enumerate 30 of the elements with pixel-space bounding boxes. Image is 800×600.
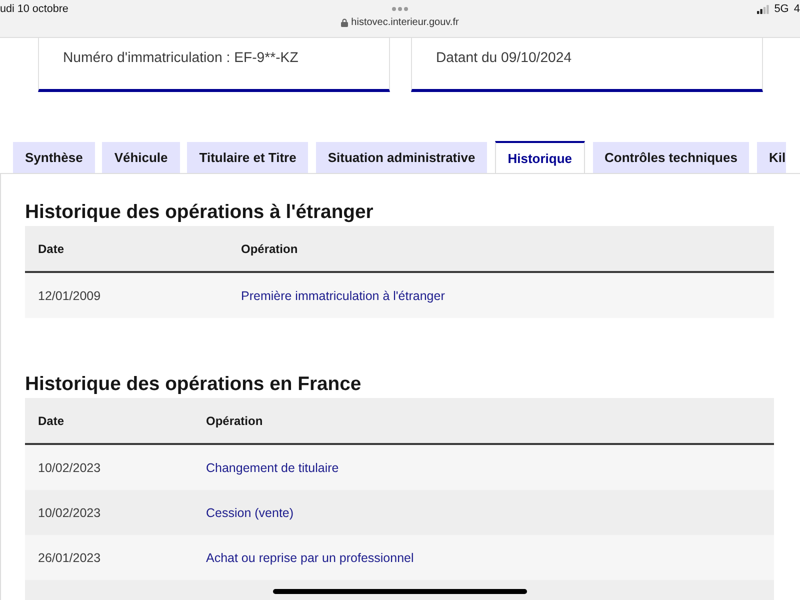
tab[interactable]: Véhicule [102, 142, 180, 173]
column-header: Date [37, 412, 66, 430]
more-dots-icon[interactable] [392, 7, 408, 11]
column-header: Date [37, 240, 66, 258]
column-header: Opération [240, 240, 299, 258]
lock-icon [341, 18, 348, 27]
section-heading: Historique des opérations à l'étranger [25, 200, 374, 225]
network-text: 5G [774, 3, 789, 15]
tab[interactable]: Titulaire et Titre [187, 142, 308, 173]
operation-link[interactable]: Changement de titulaire [206, 460, 339, 474]
tab[interactable]: Contrôles techniques [592, 142, 750, 173]
section-heading: Historique des opérations en France [25, 372, 362, 397]
date-cell-text: 26/01/2023 [37, 550, 102, 566]
date-cell-text: 12/01/2009 [37, 288, 102, 304]
date-cell-text: 10/02/2023 [37, 504, 102, 522]
tab[interactable]: Historique [494, 141, 586, 173]
url-text[interactable]: histovec.interieur.gouv.fr [351, 17, 459, 28]
signal-icon [757, 4, 770, 14]
date-cell-text: 10/02/2023 [37, 460, 102, 476]
tab[interactable]: Situation administrative [316, 142, 488, 173]
column-header: Opération [205, 412, 264, 430]
info-card-text: Numéro d'immatriculation : EF-9**-KZ [38, 38, 390, 92]
battery-text: 4 [794, 3, 800, 15]
tab[interactable]: Synthèse [13, 142, 95, 173]
operation-link[interactable]: Achat ou reprise par un professionnel [206, 550, 414, 564]
date-text: udi 10 octobre [0, 2, 68, 15]
operation-link[interactable]: Cession (vente) [206, 506, 294, 520]
info-card-text: Datant du 09/10/2024 [411, 38, 763, 92]
operation-link[interactable]: Première immatriculation à l'étranger [241, 288, 445, 302]
tab[interactable]: Kil [756, 142, 786, 173]
